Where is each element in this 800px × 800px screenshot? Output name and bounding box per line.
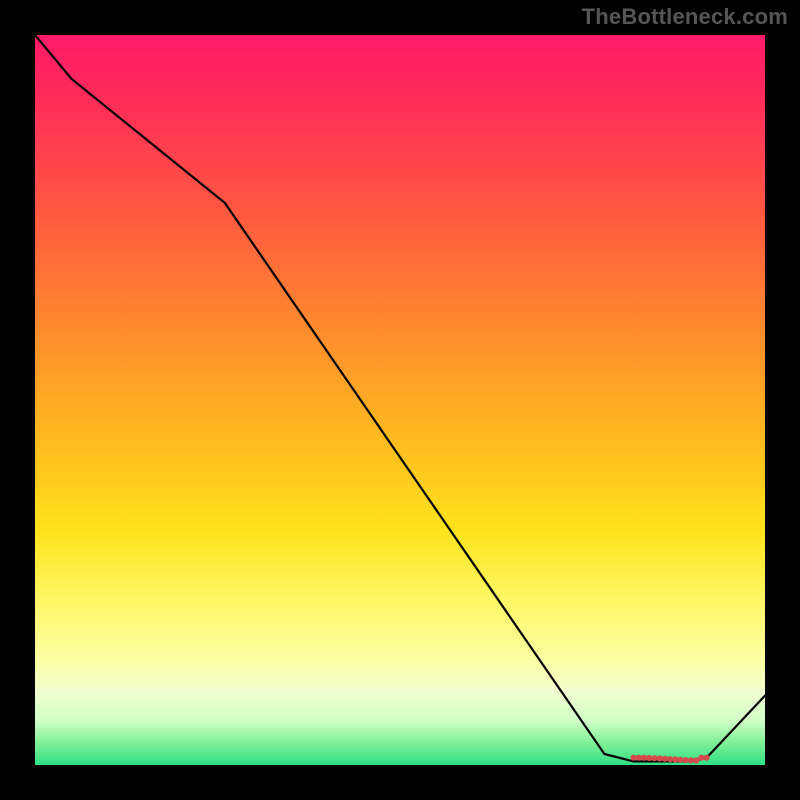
marker-dot <box>704 755 710 761</box>
chart-frame: TheBottleneck.com <box>0 0 800 800</box>
chart-svg <box>35 35 765 765</box>
marker-dot <box>683 757 689 763</box>
marker-dot <box>646 755 652 761</box>
plot-area <box>35 35 765 765</box>
data-line <box>35 35 765 761</box>
watermark-text: TheBottleneck.com <box>582 4 788 30</box>
